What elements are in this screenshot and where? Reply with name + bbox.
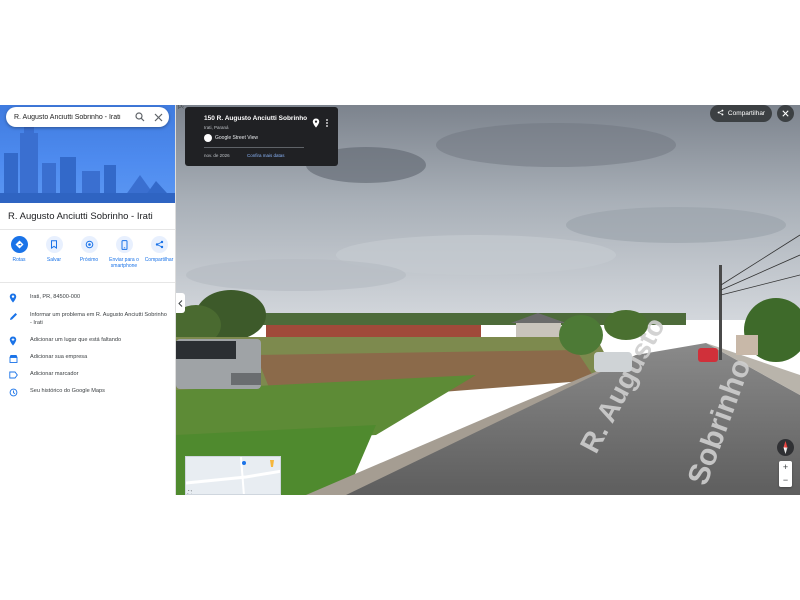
save-button[interactable]: Salvar (39, 236, 69, 269)
history-icon (8, 387, 18, 397)
zoom-in-button[interactable]: + (779, 461, 792, 474)
street-view-info-card: 150 R. Augusto Anciutti Sobrinho Irati, … (185, 107, 338, 166)
divider (0, 229, 175, 230)
share-button[interactable]: Compartilhar (144, 236, 174, 269)
zoom-out-button[interactable]: − (779, 474, 792, 487)
google-maps-window: R. Augusto Anciutti Sobrinho - Irati R. … (0, 105, 800, 495)
share-icon (150, 236, 168, 253)
add-missing-place-row[interactable]: Adicionar um lugar que está faltando (8, 336, 170, 346)
place-panel: R. Augusto Anciutti Sobrinho - Irati R. … (0, 105, 176, 495)
nearby-icon (80, 236, 98, 253)
action-label: Compartilhar (144, 257, 174, 263)
maps-history-row[interactable]: Seu histórico do Google Maps (8, 387, 170, 397)
action-label: Salvar (46, 257, 62, 263)
search-box[interactable]: R. Augusto Anciutti Sobrinho - Irati (6, 107, 169, 127)
close-icon[interactable] (151, 110, 165, 124)
capture-date: nov. de 2026 (204, 153, 230, 158)
share-label: Compartilhar (727, 110, 766, 117)
search-icon[interactable] (133, 110, 147, 124)
street-view-share-button[interactable]: Compartilhar (710, 105, 772, 122)
add-label-row[interactable]: Adicionar marcador (8, 370, 170, 380)
place-title: R. Augusto Anciutti Sobrinho - Irati (8, 211, 153, 222)
chevron-left-icon (178, 299, 183, 307)
street-view-address: 150 R. Augusto Anciutti Sobrinho (204, 115, 308, 122)
report-problem-text: Informar um problema em R. Augusto Anciu… (30, 312, 167, 326)
more-options-icon[interactable] (325, 115, 329, 127)
action-label: Próximo (79, 257, 99, 263)
minimap[interactable]: ⛶ (185, 456, 281, 495)
address-text: Irati, PR, 84500-000 (30, 294, 81, 300)
svg-text:⛶: ⛶ (188, 490, 192, 495)
add-missing-place-text: Adicionar um lugar que está faltando (30, 337, 122, 343)
add-business-row[interactable]: Adicionar sua empresa (8, 353, 170, 363)
phone-icon (115, 236, 133, 253)
google-street-view-logo (204, 134, 212, 142)
nearby-button[interactable]: Próximo (74, 236, 104, 269)
close-street-view-button[interactable] (777, 105, 794, 122)
collapse-panel-button[interactable] (176, 293, 185, 313)
street-view-provider: Google Street View (215, 135, 258, 141)
zoom-controls: + − (779, 461, 792, 487)
directions-icon (10, 236, 28, 253)
divider (204, 147, 304, 148)
more-dates-link[interactable]: Confira mais datas (247, 153, 285, 158)
action-buttons: Rotas Salvar Próximo Enviar para o smart… (4, 236, 174, 269)
search-input[interactable]: R. Augusto Anciutti Sobrinho - Irati (14, 114, 133, 121)
compass-icon[interactable] (777, 439, 794, 456)
add-label-text: Adicionar marcador (30, 371, 79, 377)
edit-pencil-icon (8, 311, 18, 321)
business-icon (8, 353, 18, 363)
bookmark-icon (45, 236, 63, 253)
place-hero-image: R. Augusto Anciutti Sobrinho - Irati (0, 105, 175, 203)
minimap-image: ⛶ (186, 457, 280, 495)
location-pin-icon (8, 293, 18, 303)
add-place-icon (8, 336, 18, 346)
report-problem-row[interactable]: Informar um problema em R. Augusto Anciu… (8, 311, 170, 327)
street-view-panorama[interactable]: R. Augusto Sobrinho P‹ 150 R. Augusto An… (176, 105, 800, 495)
action-label: Enviar para o smartphone (109, 257, 139, 269)
add-business-text: Adicionar sua empresa (30, 354, 88, 360)
send-to-phone-button[interactable]: Enviar para o smartphone (109, 236, 139, 269)
label-icon (8, 370, 18, 380)
action-label: Rotas (12, 257, 26, 263)
location-pin-icon[interactable] (312, 115, 320, 128)
address-row[interactable]: Irati, PR, 84500-000 (8, 293, 170, 303)
maps-history-text: Seu histórico do Google Maps (30, 388, 105, 394)
close-icon (782, 110, 789, 117)
street-view-region: Irati, Paraná (204, 125, 229, 130)
divider (0, 282, 175, 283)
directions-button[interactable]: Rotas (4, 236, 34, 269)
share-icon (717, 109, 724, 118)
